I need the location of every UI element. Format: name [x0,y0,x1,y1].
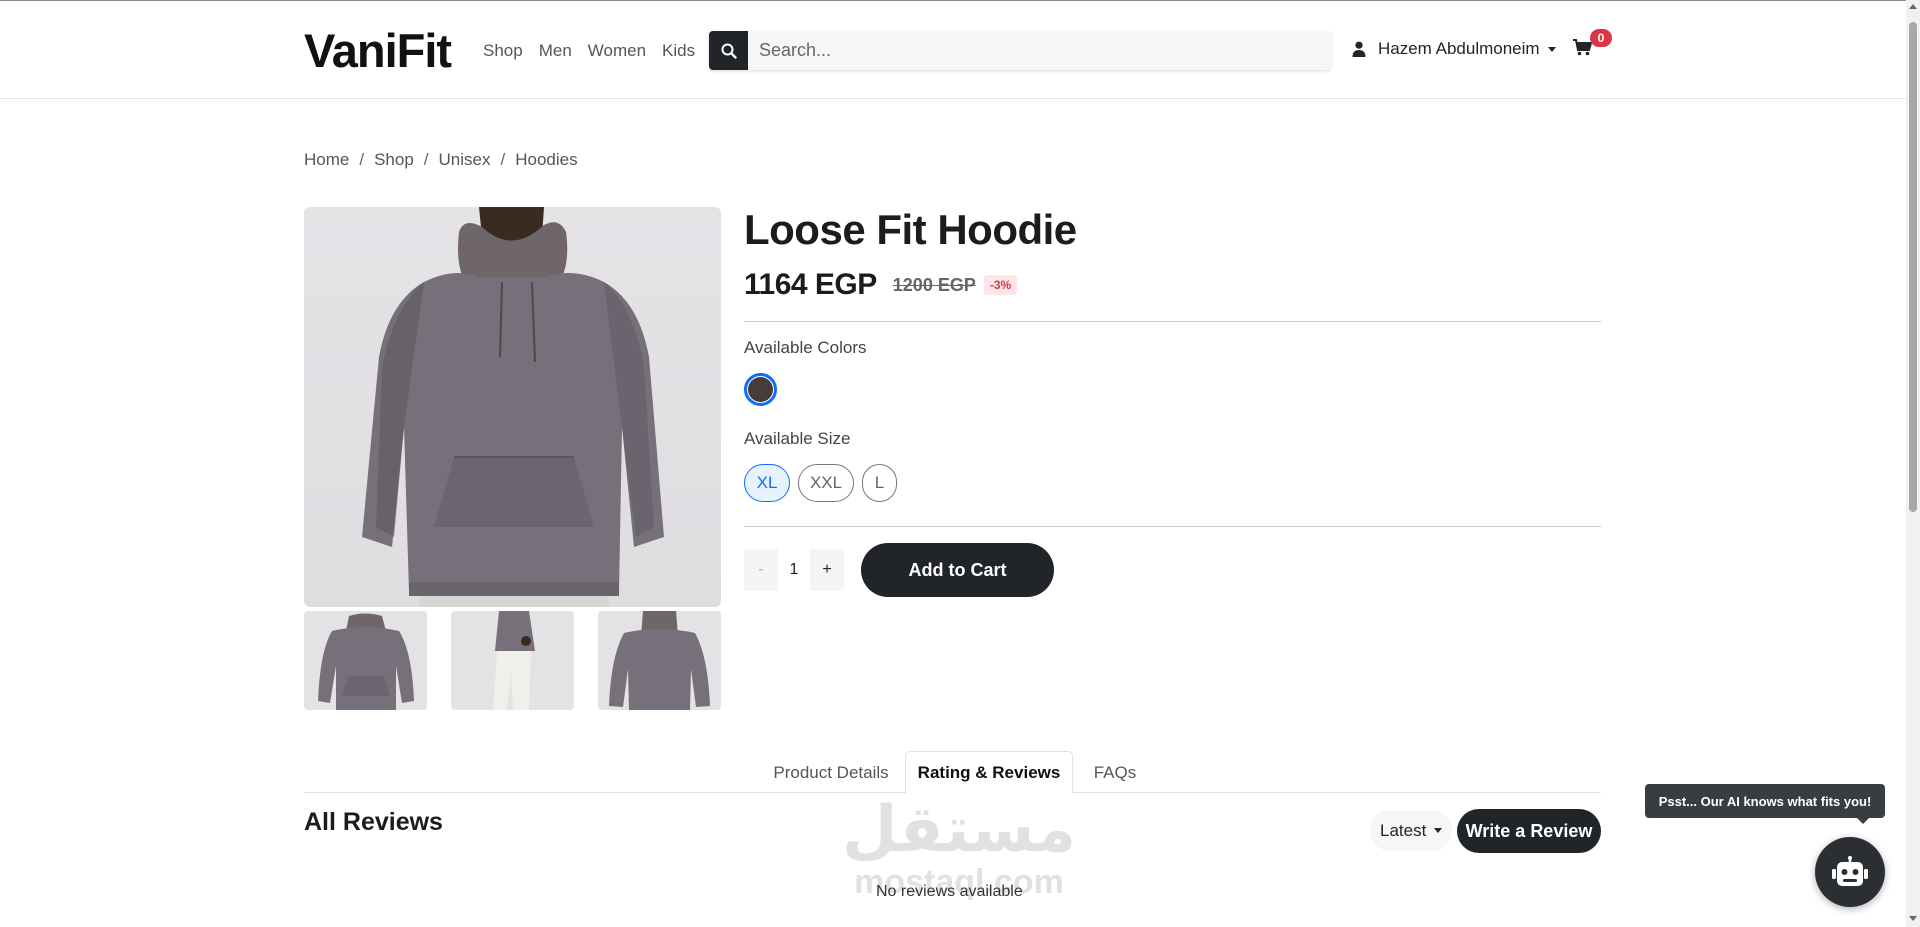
discount-badge: -3% [983,275,1018,295]
price-row: 1164 EGP 1200 EGP -3% [744,268,1018,302]
breadcrumb-separator: / [359,150,365,169]
size-options: XL XXL L [744,464,897,502]
tab-product-details[interactable]: Product Details [756,751,906,794]
size-option-xxl[interactable]: XXL [798,464,854,502]
user-name: Hazem Abdulmoneim [1378,39,1540,58]
colors-label: Available Colors [744,338,867,357]
robot-icon [1832,856,1868,886]
user-menu[interactable]: Hazem Abdulmoneim [1352,39,1556,59]
search-bar [709,31,1331,70]
sort-dropdown[interactable]: Latest [1370,810,1453,851]
color-swatch-fill [748,377,773,402]
size-label: Available Size [744,429,851,448]
size-option-l[interactable]: L [862,464,897,502]
quantity-decrease-button[interactable]: - [744,549,778,591]
tab-faqs[interactable]: FAQs [1075,751,1155,794]
scroll-down-icon[interactable] [1909,916,1917,921]
cart-button[interactable] [1573,39,1593,61]
current-price: 1164 EGP [744,268,877,301]
write-review-button[interactable]: Write a Review [1457,809,1601,853]
scroll-up-icon[interactable] [1909,4,1917,9]
chevron-down-icon [1547,46,1556,52]
original-price: 1200 EGP [892,274,976,295]
breadcrumb-unisex[interactable]: Unisex [439,150,491,170]
add-to-cart-button[interactable]: Add to Cart [861,543,1054,597]
product-tabs: Product Details Rating & Reviews FAQs [304,751,1601,794]
breadcrumb-separator: / [500,150,506,169]
hoodie-photo [362,207,664,607]
breadcrumb-hoodies: Hoodies [515,150,578,169]
search-input[interactable] [748,31,1331,70]
color-swatch-selected[interactable] [744,373,777,406]
user-icon [1352,41,1366,57]
site-header: VaniFit Shop Men Women Kids Hazem Abdulm… [0,1,1906,99]
cart-icon [1573,39,1593,56]
breadcrumb-separator: / [423,150,429,169]
ai-tooltip: Psst... Our AI knows what fits you! [1645,784,1885,824]
product-thumbnail-1[interactable] [304,611,427,710]
tab-rating-reviews[interactable]: Rating & Reviews [905,751,1073,794]
search-icon [721,43,737,59]
main-nav: Shop Men Women Kids [483,41,711,61]
nav-men[interactable]: Men [539,41,572,61]
breadcrumb: Home / Shop / Unisex / Hoodies [304,150,578,170]
divider [744,321,1601,322]
watermark-arabic: مستقل [842,793,1077,867]
reviews-heading: All Reviews [304,808,443,836]
breadcrumb-shop[interactable]: Shop [374,150,414,170]
nav-women[interactable]: Women [588,41,646,61]
nav-shop[interactable]: Shop [483,41,523,61]
divider [744,526,1601,527]
size-option-xl[interactable]: XL [744,464,790,502]
product-thumbnail-2[interactable] [451,611,574,710]
no-reviews-message: No reviews available [876,883,1023,900]
quantity-increase-button[interactable]: + [810,549,844,591]
search-button[interactable] [709,31,748,70]
product-title: Loose Fit Hoodie [744,206,1077,253]
scrollbar-thumb[interactable] [1909,22,1917,512]
product-main-image[interactable] [304,207,721,607]
breadcrumb-home[interactable]: Home [304,150,349,170]
nav-kids[interactable]: Kids [662,41,695,61]
cart-count-badge: 0 [1590,29,1612,47]
product-thumbnail-3[interactable] [598,611,721,710]
ai-assistant-button[interactable] [1815,837,1885,907]
quantity-stepper: - 1 + [744,549,844,591]
site-logo[interactable]: VaniFit [304,23,452,78]
chevron-down-icon [1434,828,1443,833]
sort-label: Latest [1380,820,1427,840]
quantity-value[interactable]: 1 [778,549,810,591]
